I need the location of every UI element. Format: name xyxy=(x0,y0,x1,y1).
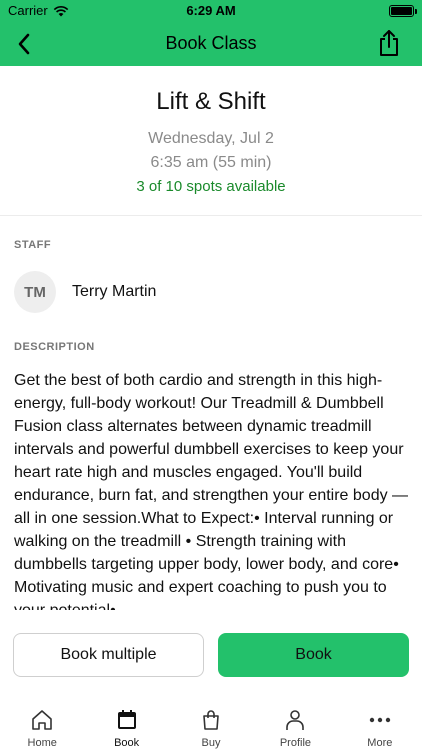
share-icon xyxy=(380,30,398,56)
tab-book[interactable]: Book xyxy=(84,700,168,750)
avatar: TM xyxy=(14,271,56,313)
class-description: Get the best of both cardio and strength… xyxy=(14,372,409,610)
class-time: 6:35 am (55 min) xyxy=(150,154,272,171)
class-name: Lift & Shift xyxy=(156,88,266,115)
tab-label-book: Book xyxy=(114,737,140,749)
tab-bar: Home Book Buy Profile More xyxy=(0,700,422,750)
tab-label-profile: Profile xyxy=(279,737,312,749)
page-title: Book Class xyxy=(165,33,257,53)
tab-buy[interactable]: Buy xyxy=(169,700,253,750)
status-bar: Carrier 6:29 AM xyxy=(0,0,422,22)
status-time: 6:29 AM xyxy=(186,3,236,18)
spots-available: 3 of 10 spots available xyxy=(136,178,286,195)
staff-section-label: STAFF xyxy=(14,239,52,251)
person-icon xyxy=(286,710,305,730)
header: Carrier 6:29 AM Book Class xyxy=(0,0,422,66)
tab-more[interactable]: More xyxy=(338,700,422,750)
home-icon xyxy=(32,710,53,730)
book-button[interactable]: Book xyxy=(218,633,409,677)
book-multiple-button[interactable]: Book multiple xyxy=(13,633,204,677)
shopping-bag-icon xyxy=(203,710,219,730)
more-dots-icon xyxy=(369,717,391,723)
tab-label-buy: Buy xyxy=(201,737,221,749)
tab-home[interactable]: Home xyxy=(0,700,84,750)
tab-label-more: More xyxy=(367,737,393,749)
class-date: Wednesday, Jul 2 xyxy=(148,130,274,147)
staff-name: Terry Martin xyxy=(72,283,157,300)
description-section-label: DESCRIPTION xyxy=(14,341,95,353)
battery-icon xyxy=(389,5,417,17)
staff-row[interactable]: TM Terry Martin xyxy=(14,270,156,314)
class-summary: Lift & Shift Wednesday, Jul 2 6:35 am (5… xyxy=(0,66,422,216)
calendar-icon xyxy=(117,710,136,729)
share-button[interactable] xyxy=(376,28,402,58)
tab-profile[interactable]: Profile xyxy=(253,700,337,750)
tab-label-home: Home xyxy=(27,737,57,749)
navigation-bar: Book Class xyxy=(0,22,422,66)
